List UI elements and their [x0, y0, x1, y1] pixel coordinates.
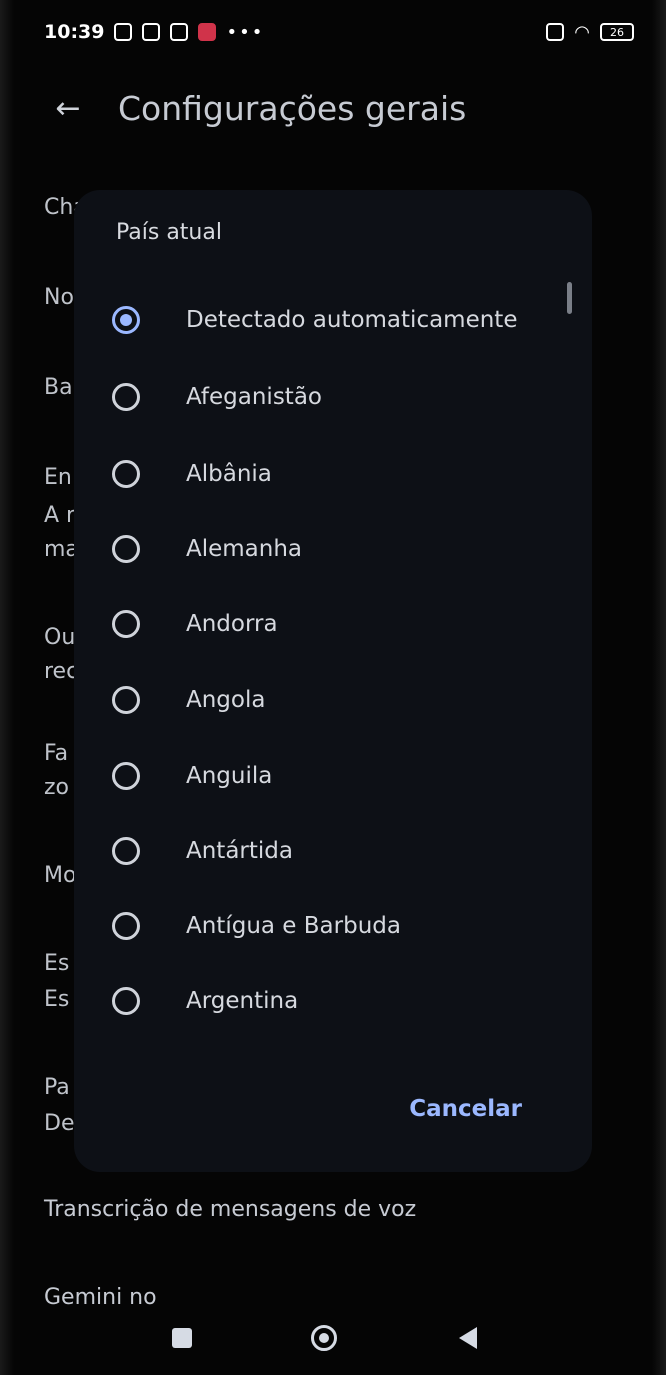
- settings-item-voice-transcription[interactable]: Transcrição de mensagens de voz: [44, 1197, 416, 1222]
- status-bar: 10:39 ••• ◠ 26: [44, 18, 634, 46]
- battery-level: 26: [610, 25, 624, 39]
- radio-unchecked-icon: [112, 383, 140, 411]
- nfc-icon: [114, 23, 133, 41]
- circle-icon: [311, 1325, 337, 1351]
- status-time: 10:39: [44, 21, 105, 43]
- settings-item: Es: [44, 951, 70, 976]
- radio-unchecked-icon: [112, 912, 140, 940]
- country-option-label: Antígua e Barbuda: [186, 913, 401, 939]
- settings-item: Mo: [44, 863, 77, 888]
- radio-unchecked-icon: [112, 610, 140, 638]
- country-option-label: Andorra: [186, 611, 278, 637]
- radio-unchecked-icon: [112, 460, 140, 488]
- status-icons-right: ◠ 26: [546, 22, 634, 43]
- scrollbar[interactable]: [567, 282, 572, 314]
- country-option[interactable]: Alemanha: [112, 525, 302, 573]
- country-option-label: Albânia: [186, 461, 272, 487]
- country-option[interactable]: Antártida: [112, 827, 293, 875]
- sim-icon: [142, 23, 161, 41]
- more-notifications-icon: •••: [226, 21, 265, 43]
- dialog-title: País atual: [116, 220, 222, 245]
- radio-unchecked-icon: [112, 987, 140, 1015]
- country-option[interactable]: Argentina: [112, 977, 298, 1025]
- battery-icon: 26: [600, 23, 634, 41]
- settings-item-subtitle: zo: [44, 775, 70, 800]
- country-option[interactable]: Andorra: [112, 600, 278, 648]
- radio-unchecked-icon: [112, 686, 140, 714]
- app-notification-icon: [198, 23, 217, 41]
- country-option[interactable]: Antígua e Barbuda: [112, 902, 401, 950]
- country-option-label: Angola: [186, 687, 266, 713]
- home-button[interactable]: [304, 1318, 344, 1358]
- country-option-label: Argentina: [186, 988, 299, 1014]
- page-title: Configurações gerais: [118, 88, 467, 128]
- country-option[interactable]: Detectado automaticamente: [112, 296, 517, 344]
- settings-item-subtitle: A r: [44, 503, 76, 528]
- radio-unchecked-icon: [112, 837, 140, 865]
- settings-item: Ou: [44, 625, 76, 650]
- status-icons-left: •••: [114, 22, 264, 43]
- settings-item: En: [44, 465, 72, 490]
- no-sim-icon: [546, 23, 565, 41]
- settings-item: Ba: [44, 375, 73, 400]
- radio-checked-icon: [112, 306, 140, 334]
- country-option-label: Afeganistão: [186, 384, 322, 410]
- settings-item: Fa: [44, 741, 69, 766]
- country-option-label: Anguila: [186, 763, 273, 789]
- square-icon: [172, 1328, 192, 1348]
- country-option[interactable]: Albânia: [112, 450, 272, 498]
- country-option-label: Alemanha: [186, 536, 303, 562]
- phone-bezel-left: [0, 0, 14, 1375]
- settings-item: Pa: [44, 1075, 70, 1100]
- cancel-button[interactable]: Cancelar: [399, 1090, 532, 1128]
- triangle-back-icon: [459, 1327, 477, 1349]
- phone-bezel-right: [652, 0, 666, 1375]
- country-option[interactable]: Anguila: [112, 752, 272, 800]
- country-option-label: Antártida: [186, 838, 293, 864]
- wifi-icon: ◠: [574, 21, 590, 43]
- radio-unchecked-icon: [112, 535, 140, 563]
- country-option[interactable]: Afeganistão: [112, 373, 322, 421]
- country-dialog: País atual Detectado automaticamente Afe…: [74, 190, 592, 1172]
- gear-icon: [170, 23, 189, 41]
- navigation-bar: [0, 1310, 666, 1370]
- settings-item: No: [44, 285, 74, 310]
- settings-item-subtitle: Es: [44, 987, 70, 1012]
- arrow-left-icon: ←: [55, 90, 81, 126]
- nav-back-button[interactable]: [448, 1318, 488, 1358]
- settings-item-gemini[interactable]: Gemini no: [44, 1285, 157, 1307]
- radio-unchecked-icon: [112, 762, 140, 790]
- country-option-label: Detectado automaticamente: [186, 307, 518, 333]
- app-bar: ← Configurações gerais: [48, 78, 636, 138]
- back-button[interactable]: ←: [48, 84, 88, 132]
- recents-button[interactable]: [162, 1318, 202, 1358]
- settings-item-subtitle: De: [44, 1111, 75, 1136]
- country-option[interactable]: Angola: [112, 676, 265, 724]
